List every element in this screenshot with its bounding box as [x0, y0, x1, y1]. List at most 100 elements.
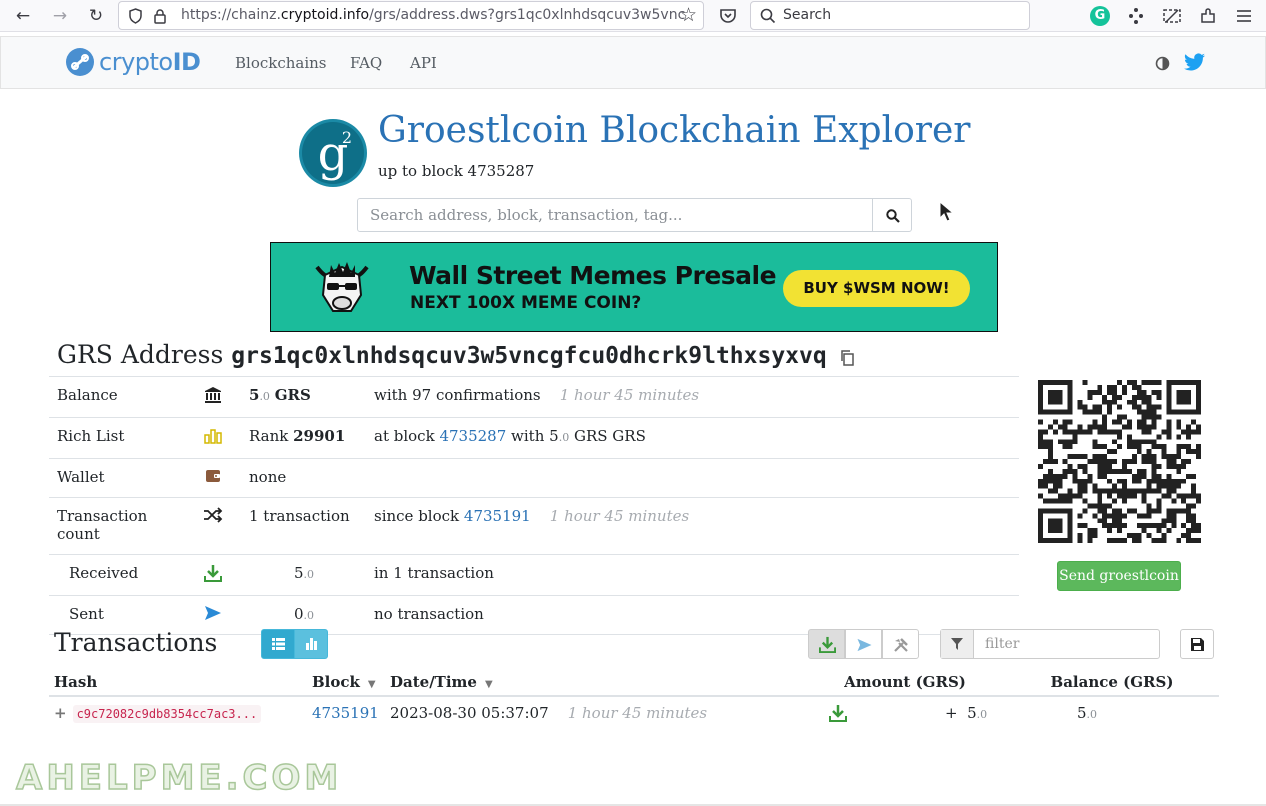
received-label: Received: [49, 554, 185, 596]
balance-label: Balance: [49, 376, 185, 418]
site-search-input[interactable]: [357, 198, 873, 232]
rich-list-detail: at block 4735287 with 5.0 GRS GRS: [366, 417, 1019, 459]
bull-mascot-icon: [315, 262, 369, 312]
column-hash: Hash: [49, 668, 307, 697]
url-text: https://chainz.cryptoid.info/grs/address…: [181, 7, 686, 23]
tx-balance: 5.0: [1077, 704, 1098, 722]
transactions-heading: Transactions: [54, 628, 218, 657]
floppy-disk-icon: [1191, 638, 1204, 651]
browser-toolbar: ← → ↻ https://chainz.cryptoid.info/grs/a…: [0, 0, 1266, 32]
funnel-icon: [941, 630, 974, 658]
send-arrow-icon: [205, 606, 221, 620]
column-balance: Balance (GRS): [1005, 668, 1219, 697]
received-detail: in 1 transaction: [366, 554, 1019, 596]
shuffle-icon: [204, 507, 223, 523]
wallet-label: Wallet: [49, 458, 185, 498]
transaction-count-row: Transaction count 1 transaction since blo…: [49, 497, 1019, 555]
received-row: Received 5.0 in 1 transaction: [49, 554, 1019, 596]
screenshot-icon[interactable]: [1162, 6, 1182, 26]
svg-text:2: 2: [342, 128, 352, 147]
cryptoid-logo-icon: [66, 48, 94, 76]
rich-list-rank: Rank 29901: [241, 417, 366, 459]
address-qr-code: [1038, 380, 1201, 543]
nav-blockchains[interactable]: Blockchains: [235, 54, 327, 72]
groestlcoin-logo: g 2: [299, 119, 367, 187]
site-navbar: cryptoID Blockchains FAQ API: [0, 36, 1266, 89]
mouse-cursor-icon: [939, 200, 955, 222]
tx-hash-cell: + c9c72082c9db8354cc7ac3...: [49, 696, 307, 729]
address-heading: GRS Address grs1qc0xlnhdsqcuv3w5vncgfcu0…: [57, 340, 855, 369]
wallet-row: Wallet none: [49, 458, 1019, 498]
page-title: Groestlcoin Blockchain Explorer: [378, 110, 971, 151]
address-label: GRS Address: [57, 340, 224, 369]
download-icon: [819, 636, 836, 653]
ad-headline: Wall Street Memes Presale: [409, 261, 777, 290]
tools-icon: [894, 638, 908, 652]
rich-list-block-link[interactable]: 4735287: [439, 427, 506, 445]
address-bar[interactable]: https://chainz.cryptoid.info/grs/address…: [118, 1, 704, 30]
site-search: [357, 198, 912, 232]
since-block-link[interactable]: 4735191: [464, 507, 531, 525]
twitter-icon[interactable]: [1184, 53, 1206, 72]
browser-search-placeholder: Search: [783, 7, 832, 23]
tx-hash-link[interactable]: c9c72082c9db8354cc7ac3...: [72, 705, 262, 723]
menu-icon[interactable]: [1234, 6, 1254, 26]
transactions-header-row: Hash Block ▼ Date/Time ▼ Amount (GRS) Bala…: [49, 668, 1219, 697]
ad-banner[interactable]: Wall Street Memes Presale NEXT 100X MEME…: [270, 242, 998, 332]
pocket-icon[interactable]: [718, 6, 738, 26]
address-info-table: Balance 5.0 GRS with 97 confirmations 1 …: [49, 376, 1019, 635]
transaction-count-label: Transaction count: [49, 497, 185, 555]
send-arrow-icon: [857, 638, 872, 652]
watermark-logo: AHELPME.COM: [15, 757, 343, 799]
rich-list-label: Rich List: [49, 417, 185, 459]
bookmark-star-icon[interactable]: ☆: [680, 4, 697, 26]
bank-icon: [205, 387, 221, 403]
transaction-count-value: 1 transaction: [241, 497, 366, 555]
site-search-button[interactable]: [872, 198, 912, 232]
extensions-puzzle-icon[interactable]: [1198, 6, 1218, 26]
ad-cta-button[interactable]: BUY $WSM NOW!: [783, 270, 970, 307]
chart-bars-icon: [306, 638, 317, 650]
received-value: 5.0: [241, 554, 366, 596]
balance-detail: with 97 confirmations 1 hour 45 minutes: [366, 376, 1019, 418]
sort-desc-icon: ▼: [484, 678, 493, 690]
cryptoid-logo[interactable]: cryptoID: [65, 46, 201, 78]
filter-input[interactable]: [975, 630, 1159, 658]
table-row: + c9c72082c9db8354cc7ac3... 4735191 2023-…: [49, 696, 1219, 729]
tx-block-link[interactable]: 4735191: [312, 704, 379, 722]
transactions-table: Hash Block ▼ Date/Time ▼ Amount (GRS) Bala…: [49, 668, 1219, 729]
list-icon: [272, 638, 285, 650]
grammarly-icon[interactable]: G: [1090, 6, 1110, 26]
download-icon: [829, 705, 847, 722]
column-amount: Amount (GRS): [805, 668, 1005, 697]
address-value: grs1qc0xlnhdsqcuv3w5vncgfcu0dhcrk9lthxsy…: [231, 343, 827, 369]
transaction-count-detail: since block 4735191 1 hour 45 minutes: [366, 497, 1019, 555]
send-groestlcoin-button[interactable]: Send groestlcoin: [1057, 561, 1181, 591]
theme-toggle-icon[interactable]: [1155, 56, 1170, 71]
column-datetime[interactable]: Date/Time ▼: [385, 668, 805, 697]
filter-sent-button[interactable]: [845, 629, 882, 659]
back-icon[interactable]: ←: [12, 5, 34, 27]
lock-icon: [154, 9, 166, 24]
tx-datetime: 2023-08-30 05:37:07 1 hour 45 minutes: [385, 696, 847, 729]
nav-faq[interactable]: FAQ: [350, 54, 382, 72]
chart-view-button[interactable]: [294, 629, 328, 659]
reload-icon[interactable]: ↻: [85, 5, 107, 27]
filter-mined-button[interactable]: [882, 629, 919, 659]
block-height-subtitle: up to block 4735287: [378, 162, 535, 180]
filter-received-button[interactable]: [808, 629, 845, 659]
expand-icon[interactable]: +: [54, 704, 67, 722]
balance-value: 5.0 GRS: [241, 376, 366, 418]
column-block[interactable]: Block ▼: [307, 668, 385, 697]
list-view-button[interactable]: [261, 629, 295, 659]
filter-field: [940, 629, 1160, 659]
browser-search-bar[interactable]: Search: [750, 1, 1030, 30]
forward-icon[interactable]: →: [49, 5, 71, 27]
wallet-value: none: [241, 458, 366, 498]
nav-api[interactable]: API: [410, 54, 437, 72]
extension-dots-icon[interactable]: [1126, 6, 1146, 26]
ad-subline: NEXT 100X MEME COIN?: [410, 293, 642, 313]
save-export-button[interactable]: [1180, 629, 1214, 659]
search-icon: [760, 8, 776, 24]
copy-icon[interactable]: [839, 349, 855, 367]
